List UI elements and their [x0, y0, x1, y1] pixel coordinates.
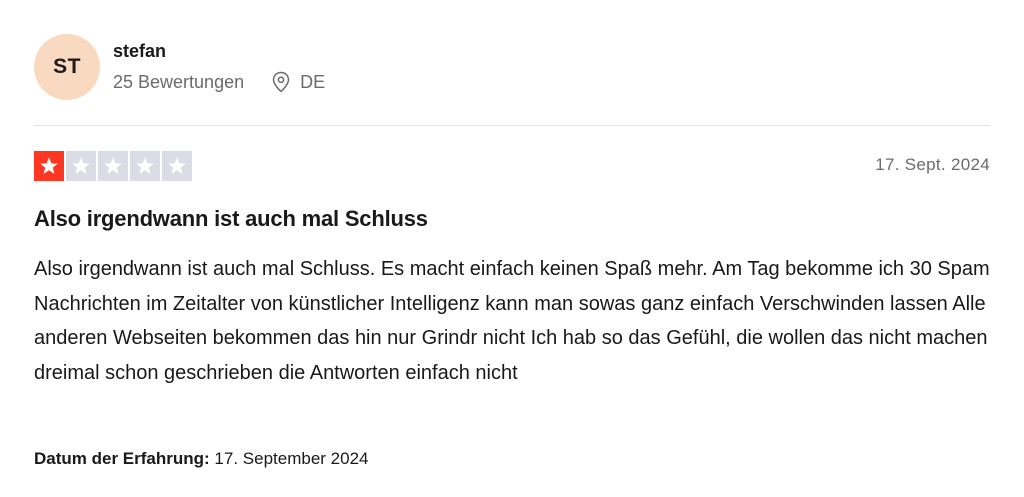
- reviewer-name[interactable]: stefan: [113, 40, 325, 62]
- star-empty-icon: [162, 151, 192, 181]
- star-empty-icon: [130, 151, 160, 181]
- review-title[interactable]: Also irgendwann ist auch mal Schluss: [34, 206, 428, 232]
- experience-date: Datum der Erfahrung: 17. September 2024: [34, 449, 368, 469]
- avatar[interactable]: ST: [34, 34, 100, 100]
- reviewer-header: ST stefan 25 Bewertungen DE: [34, 34, 325, 100]
- review-text: Also irgendwann ist auch mal Schluss. Es…: [34, 258, 990, 384]
- divider: [34, 125, 990, 126]
- review-date: 17. Sept. 2024: [875, 155, 990, 174]
- star-filled-icon: [34, 151, 64, 181]
- reviewer-meta: 25 Bewertungen DE: [113, 71, 325, 93]
- reviewer-location: DE: [271, 71, 325, 93]
- reviewer-info: stefan 25 Bewertungen DE: [113, 40, 325, 93]
- experience-date-value: 17. September 2024: [214, 449, 369, 468]
- star-empty-icon: [66, 151, 96, 181]
- country-code: DE: [300, 72, 326, 92]
- star-rating: [34, 151, 194, 181]
- reviews-count: 25 Bewertungen: [113, 72, 245, 92]
- experience-date-label: Datum der Erfahrung:: [34, 449, 210, 468]
- star-empty-icon: [98, 151, 128, 181]
- map-pin-icon: [271, 71, 291, 93]
- review-card: ST stefan 25 Bewertungen DE 17. Sept. 20…: [0, 0, 1024, 497]
